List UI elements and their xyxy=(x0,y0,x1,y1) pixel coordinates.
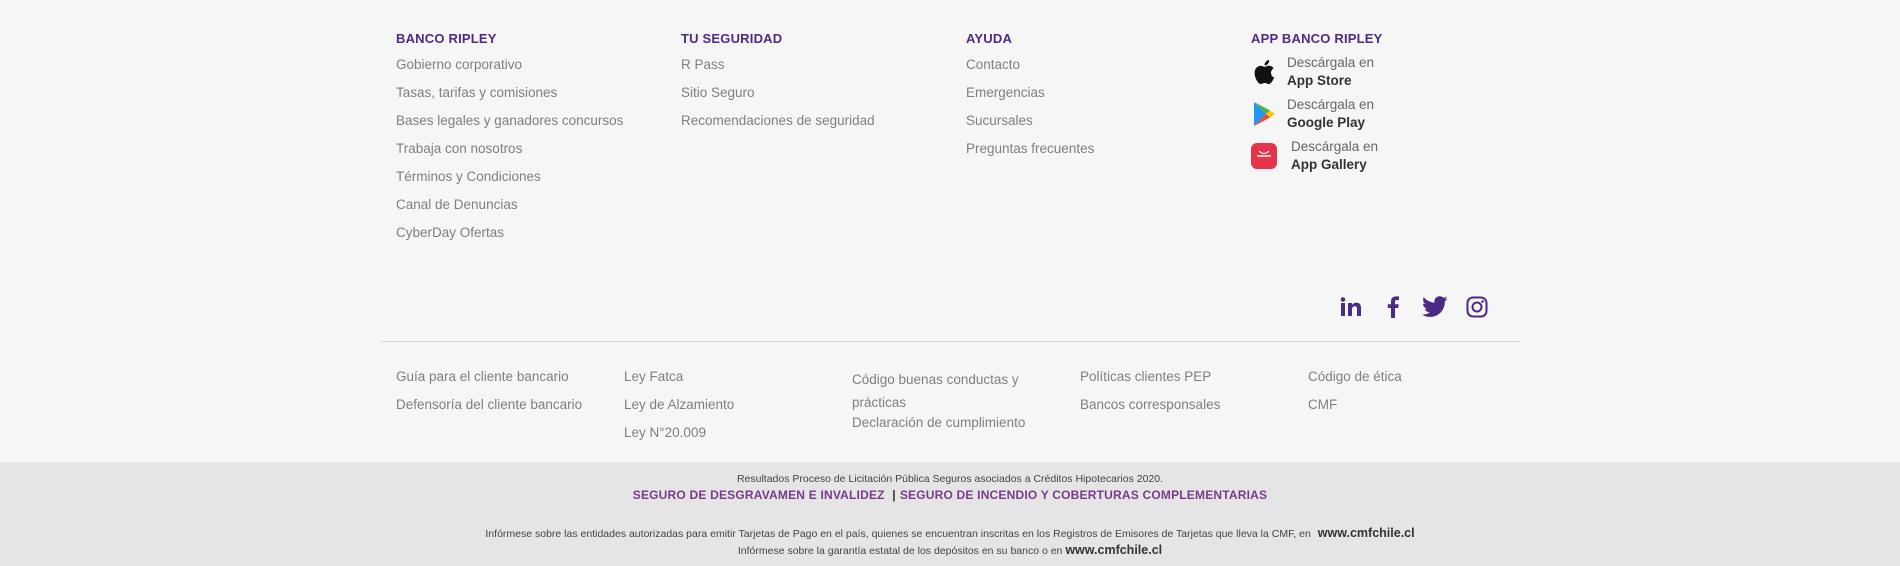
legal-emisores-text: Infórmese sobre las entidades autorizada… xyxy=(0,526,1900,540)
apple-icon xyxy=(1251,59,1277,85)
footer-column-banco-ripley: BANCO RIPLEY Gobierno corporativo Tasas,… xyxy=(396,30,623,252)
link-cmf[interactable]: CMF xyxy=(1308,397,1337,412)
link-politicas-pep[interactable]: Políticas clientes PEP xyxy=(1080,369,1211,384)
link-terminos[interactable]: Términos y Condiciones xyxy=(396,169,541,184)
link-tasas-tarifas[interactable]: Tasas, tarifas y comisiones xyxy=(396,85,557,100)
bottom-column-4: Políticas clientes PEP Bancos correspons… xyxy=(1080,368,1220,424)
google-play-icon xyxy=(1251,101,1277,127)
legal-seguros-links: SEGURO DE DESGRAVAMEN E INVALIDEZ | SEGUR… xyxy=(0,488,1900,502)
app-store-caption: Descárgala en xyxy=(1287,55,1375,70)
column-title: AYUDA xyxy=(966,31,1013,46)
legal-band: Resultados Proceso de Licitación Pública… xyxy=(0,462,1900,566)
app-gallery-link[interactable]: Descárgala en App Gallery xyxy=(1251,135,1383,177)
bottom-column-1: Guía para el cliente bancario Defensoría… xyxy=(396,368,582,424)
footer-top: BANCO RIPLEY Gobierno corporativo Tasas,… xyxy=(0,0,1900,462)
link-trabaja-con-nosotros[interactable]: Trabaja con nosotros xyxy=(396,141,522,156)
footer-column-app: APP BANCO RIPLEY Descárgala en App Store xyxy=(1251,30,1383,177)
legal-garantia-text: Infórmese sobre la garantía estatal de l… xyxy=(0,543,1900,557)
google-play-link[interactable]: Descárgala en Google Play xyxy=(1251,93,1383,135)
link-bancos-corresponsales[interactable]: Bancos corresponsales xyxy=(1080,397,1220,412)
google-play-caption: Descárgala en xyxy=(1287,97,1375,112)
bottom-column-5: Código de ética CMF xyxy=(1308,368,1402,424)
huawei-appgallery-icon xyxy=(1251,143,1277,169)
link-declaracion-cumplimiento[interactable]: Declaración de cumplimiento xyxy=(852,415,1025,430)
social-links xyxy=(1336,292,1504,322)
link-emergencias[interactable]: Emergencias xyxy=(966,85,1045,100)
link-defensoria[interactable]: Defensoría del cliente bancario xyxy=(396,397,582,412)
legal-licitacion-text: Resultados Proceso de Licitación Pública… xyxy=(736,473,1164,485)
app-store-name: App Store xyxy=(1287,73,1352,88)
link-seguro-incendio[interactable]: SEGURO DE INCENDIO Y COBERTURAS COMPLEME… xyxy=(900,488,1267,502)
link-guia-cliente[interactable]: Guía para el cliente bancario xyxy=(396,369,569,384)
footer-divider xyxy=(381,341,1521,342)
link-gobierno-corporativo[interactable]: Gobierno corporativo xyxy=(396,57,522,72)
twitter-icon[interactable] xyxy=(1420,292,1450,322)
bottom-column-2: Ley Fatca Ley de Alzamiento Ley N°20.009 xyxy=(624,368,734,452)
link-cyberday[interactable]: CyberDay Ofertas xyxy=(396,225,504,240)
link-seguro-desgravamen[interactable]: SEGURO DE DESGRAVAMEN E INVALIDEZ xyxy=(633,488,885,502)
link-recomendaciones[interactable]: Recomendaciones de seguridad xyxy=(681,113,875,128)
link-r-pass[interactable]: R Pass xyxy=(681,57,725,72)
footer-column-ayuda: AYUDA Contacto Emergencias Sucursales Pr… xyxy=(966,30,1094,168)
link-preguntas-frecuentes[interactable]: Preguntas frecuentes xyxy=(966,141,1094,156)
legal-separator: | xyxy=(892,488,896,502)
app-gallery-name: App Gallery xyxy=(1291,157,1367,172)
bottom-column-3: Código buenas conductas y prácticas Decl… xyxy=(852,368,1052,442)
link-cmfchile-2[interactable]: www.cmfchile.cl xyxy=(1065,543,1162,557)
link-ley-alzamiento[interactable]: Ley de Alzamiento xyxy=(624,397,734,412)
app-gallery-caption: Descárgala en xyxy=(1291,139,1379,154)
column-title: APP BANCO RIPLEY xyxy=(1251,31,1383,46)
legal-emisores-copy: Infórmese sobre las entidades autorizada… xyxy=(485,528,1311,540)
link-contacto[interactable]: Contacto xyxy=(966,57,1020,72)
facebook-icon[interactable] xyxy=(1378,292,1408,322)
google-play-name: Google Play xyxy=(1287,115,1366,130)
instagram-icon[interactable] xyxy=(1462,292,1492,322)
link-bases-legales[interactable]: Bases legales y ganadores concursos xyxy=(396,113,623,128)
link-ley-20009[interactable]: Ley N°20.009 xyxy=(624,425,706,440)
linkedin-icon[interactable] xyxy=(1336,292,1366,322)
column-title: TU SEGURIDAD xyxy=(681,31,783,46)
link-cmfchile-1[interactable]: www.cmfchile.cl xyxy=(1318,526,1415,540)
legal-garantia-copy: Infórmese sobre la garantía estatal de l… xyxy=(737,545,1063,557)
link-canal-denuncias[interactable]: Canal de Denuncias xyxy=(396,197,518,212)
link-codigo-conductas[interactable]: Código buenas conductas y prácticas xyxy=(852,372,1019,410)
link-sitio-seguro[interactable]: Sitio Seguro xyxy=(681,85,755,100)
link-ley-fatca[interactable]: Ley Fatca xyxy=(624,369,683,384)
footer-column-tu-seguridad: TU SEGURIDAD R Pass Sitio Seguro Recomen… xyxy=(681,30,875,140)
app-store-link[interactable]: Descárgala en App Store xyxy=(1251,51,1383,93)
link-codigo-etica[interactable]: Código de ética xyxy=(1308,369,1402,384)
column-title: BANCO RIPLEY xyxy=(396,31,497,46)
link-sucursales[interactable]: Sucursales xyxy=(966,113,1033,128)
